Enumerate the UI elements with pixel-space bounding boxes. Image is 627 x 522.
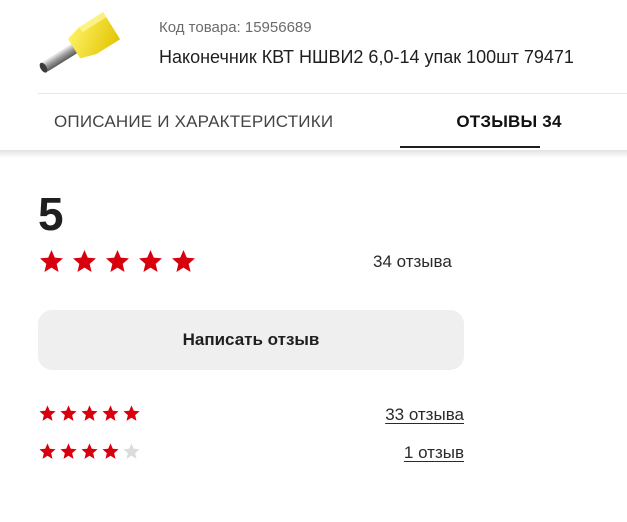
star-filled-icon (81, 405, 98, 421)
star-filled-icon (60, 405, 77, 421)
star-filled-icon (106, 250, 129, 272)
product-header: Код товара: 15956689 Наконечник КВТ НШВИ… (0, 0, 627, 94)
write-review-button[interactable]: Написать отзыв (38, 310, 464, 370)
star-filled-icon (102, 405, 119, 421)
product-title: Наконечник КВТ НШВИ2 6,0-14 упак 100шт 7… (159, 47, 574, 67)
tabs-divider-shadow (0, 150, 627, 158)
star-filled-icon (81, 443, 98, 459)
star-filled-icon (60, 443, 77, 459)
four-star-rating-stars (38, 442, 141, 461)
rating-distribution-row-5: 33 отзыва (38, 403, 464, 427)
star-filled-icon (73, 250, 96, 272)
total-reviews-count: 34 отзыва (373, 252, 452, 271)
product-tabs: ОПИСАНИЕ И ХАРАКТЕРИСТИКИ ОТЗЫВЫ 34 (38, 93, 627, 150)
star-filled-icon (123, 405, 140, 421)
tab-reviews[interactable]: ОТЗЫВЫ 34 (439, 94, 579, 150)
star-filled-icon (40, 250, 63, 272)
four-star-reviews-link[interactable]: 1 отзыв (404, 443, 464, 463)
star-empty-icon (123, 443, 140, 459)
average-rating: 5 (38, 188, 64, 240)
product-code: Код товара: 15956689 (159, 19, 312, 36)
star-filled-icon (102, 443, 119, 459)
rating-distribution-row-4: 1 отзыв (38, 441, 464, 465)
star-filled-icon (172, 250, 195, 272)
tab-description[interactable]: ОПИСАНИЕ И ХАРАКТЕРИСТИКИ (54, 94, 333, 150)
product-thumbnail[interactable] (30, 8, 122, 84)
star-filled-icon (139, 250, 162, 272)
five-star-reviews-link[interactable]: 33 отзыва (385, 405, 464, 425)
active-tab-indicator (400, 146, 540, 148)
average-rating-stars (38, 248, 197, 276)
star-filled-icon (39, 405, 56, 421)
five-star-rating-stars (38, 404, 141, 423)
star-filled-icon (39, 443, 56, 459)
